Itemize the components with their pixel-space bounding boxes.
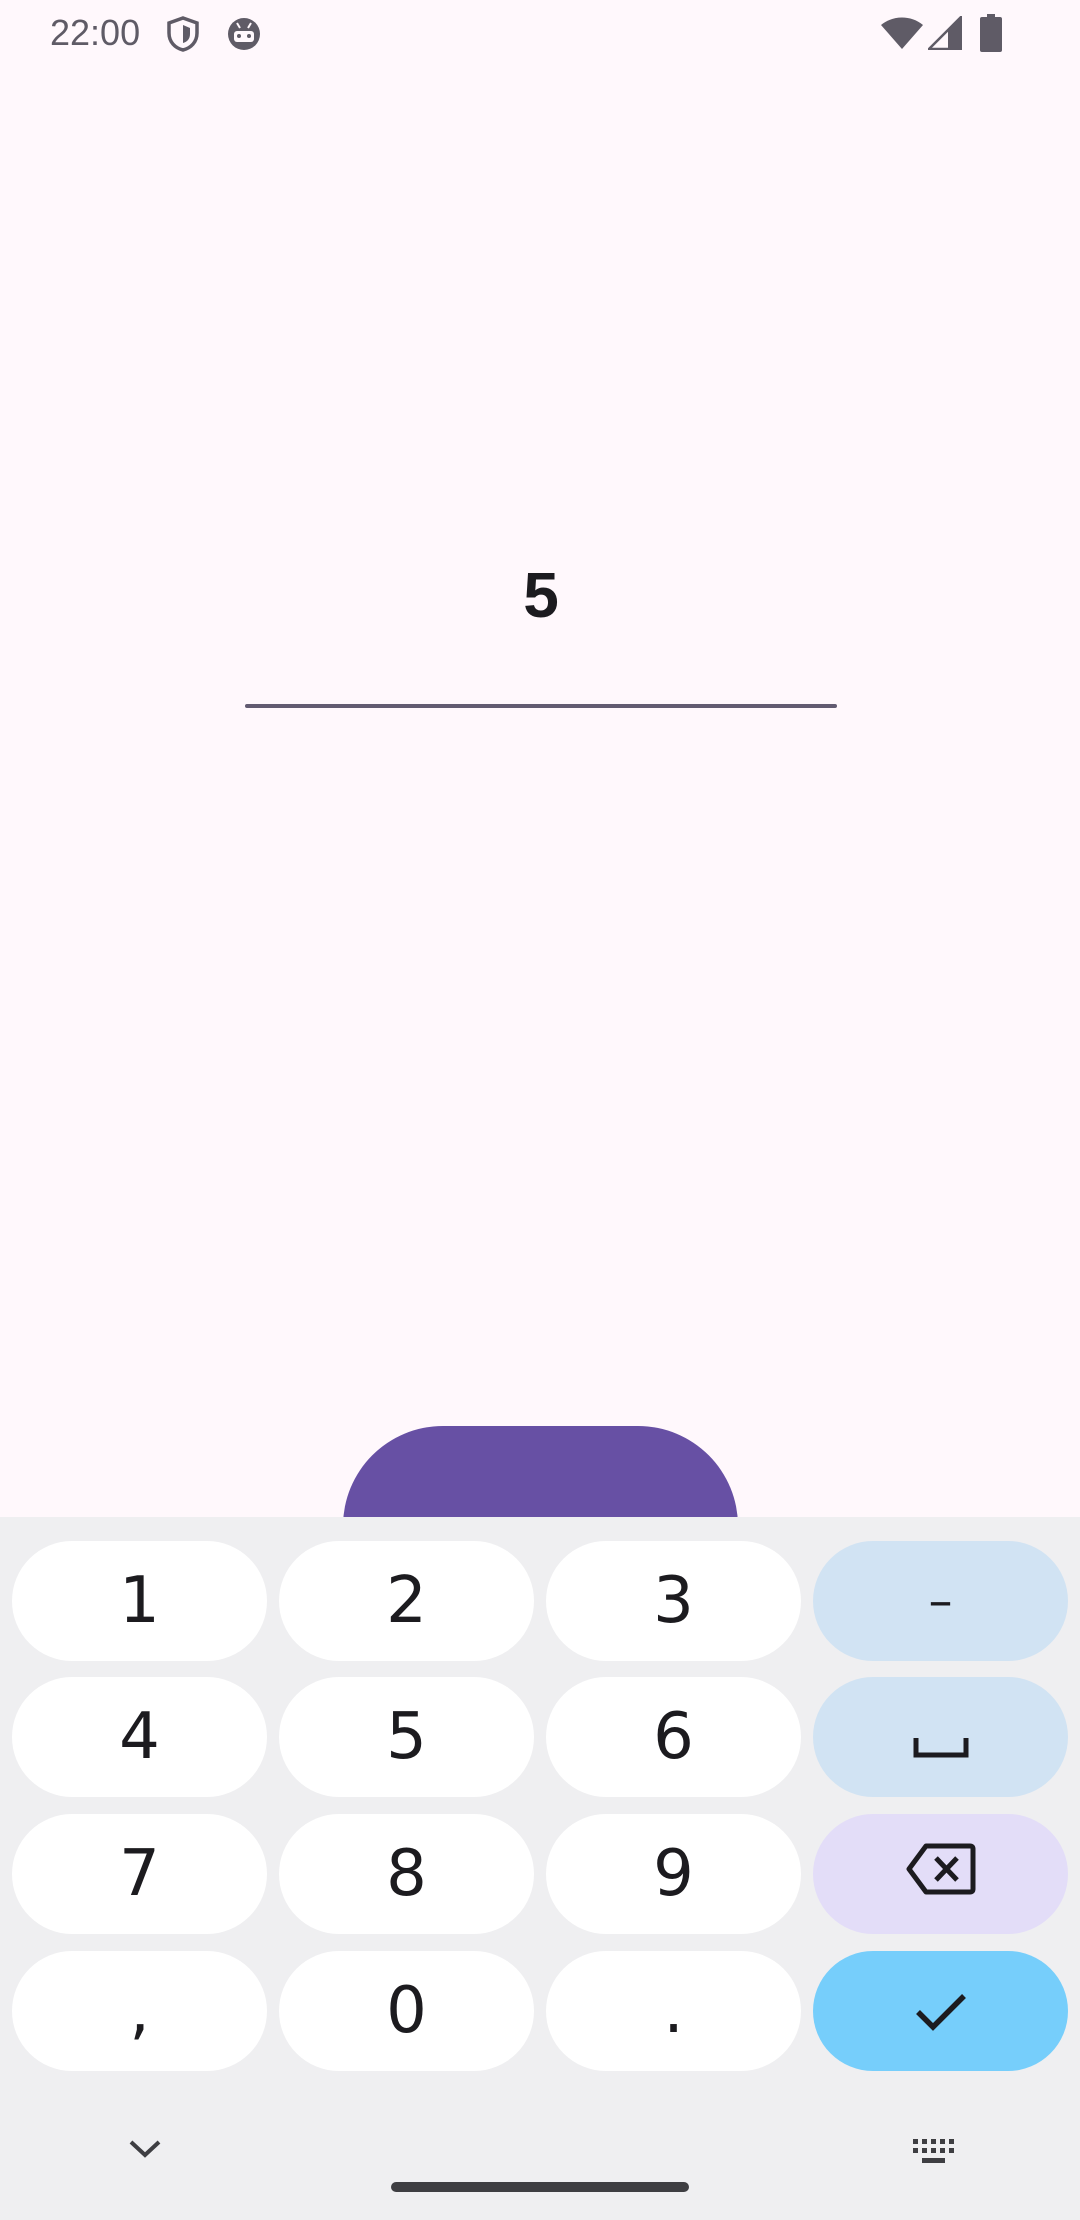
key-8[interactable]: 8 (279, 1814, 534, 1934)
check-icon (914, 1974, 968, 2048)
key-1[interactable]: 1 (12, 1541, 267, 1661)
key-2[interactable]: 2 (279, 1541, 534, 1661)
key-label: 6 (653, 1700, 694, 1774)
key-label: 7 (119, 1837, 160, 1911)
key-7[interactable]: 7 (12, 1814, 267, 1934)
status-time: 22:00 (50, 12, 141, 53)
key-label: – (928, 1573, 953, 1629)
numeric-keyboard: 1 2 3 – 4 5 6 7 8 9 , 0 . (0, 1517, 1080, 2220)
android-robot-icon (226, 16, 262, 57)
key-minus[interactable]: – (813, 1541, 1068, 1661)
key-5[interactable]: 5 (279, 1677, 534, 1797)
key-3[interactable]: 3 (546, 1541, 801, 1661)
key-label: 4 (119, 1700, 160, 1774)
key-4[interactable]: 4 (12, 1677, 267, 1797)
key-0[interactable]: 0 (279, 1951, 534, 2071)
key-6[interactable]: 6 (546, 1677, 801, 1797)
signal-icon (925, 13, 963, 55)
gesture-nav-handle[interactable] (391, 2182, 689, 2192)
keyboard-switch-icon[interactable] (912, 2138, 958, 2171)
key-backspace[interactable] (813, 1814, 1068, 1934)
key-comma[interactable]: , (12, 1951, 267, 2071)
key-label: 0 (386, 1974, 427, 2048)
chevron-down-icon[interactable] (128, 2138, 162, 2165)
key-label: 8 (386, 1837, 427, 1911)
wifi-icon (880, 16, 924, 55)
key-label: . (663, 1974, 684, 2048)
key-label: 5 (386, 1700, 427, 1774)
key-space[interactable] (813, 1677, 1068, 1797)
key-9[interactable]: 9 (546, 1814, 801, 1934)
key-label: , (129, 1974, 150, 2048)
key-label: 2 (386, 1564, 427, 1638)
key-label: 9 (653, 1837, 694, 1911)
number-input[interactable]: 5 (245, 550, 837, 640)
key-done[interactable] (813, 1951, 1068, 2071)
shield-icon (166, 16, 200, 57)
key-label: 1 (119, 1564, 160, 1638)
key-label: 3 (653, 1564, 694, 1638)
backspace-icon (906, 1837, 976, 1911)
battery-icon (980, 14, 1002, 57)
input-underline (245, 704, 837, 708)
space-icon (913, 1700, 969, 1774)
key-period[interactable]: . (546, 1951, 801, 2071)
status-bar: 22:00 (0, 0, 1080, 66)
